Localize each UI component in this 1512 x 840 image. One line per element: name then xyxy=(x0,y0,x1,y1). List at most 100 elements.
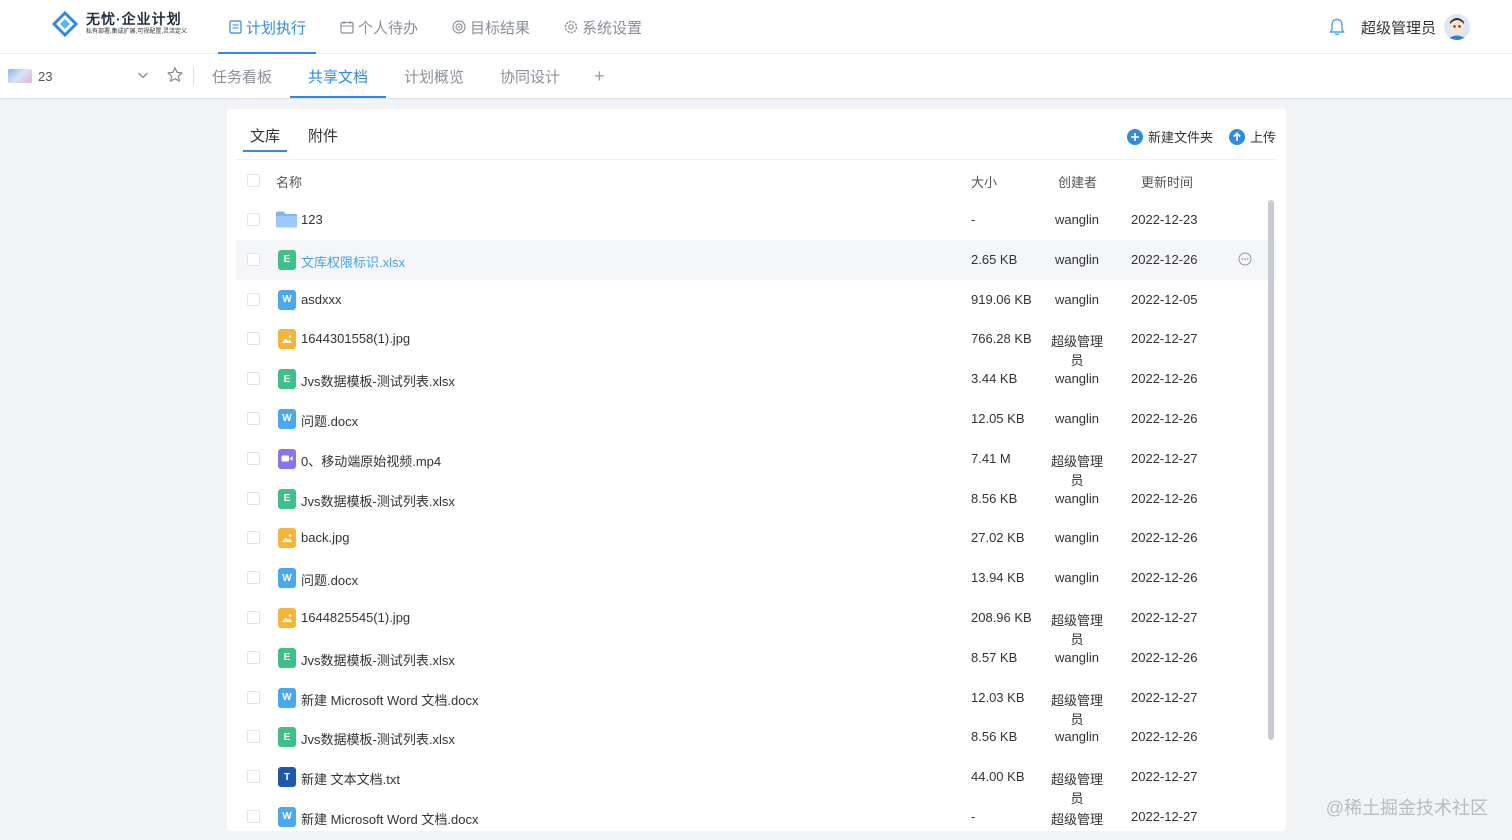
file-name[interactable]: 新建 文本文档.txt xyxy=(301,769,400,788)
column-size[interactable]: 大小 xyxy=(971,172,997,191)
file-creator: wanglin xyxy=(1054,490,1100,506)
user-name[interactable]: 超级管理员 xyxy=(1361,17,1436,38)
user-area: 超级管理员 xyxy=(1327,0,1470,54)
new-folder-button[interactable]: 新建文件夹 xyxy=(1126,127,1213,146)
file-size: 12.03 KB xyxy=(971,689,1025,705)
star-icon[interactable] xyxy=(166,66,184,84)
table-row[interactable]: T 新建 文本文档.txt 44.00 KB 超级管理员 2022-12-27 xyxy=(236,757,1276,806)
file-size: 7.41 M xyxy=(971,450,1011,466)
table-row[interactable]: back.jpg 27.02 KB wanglin 2022-12-26 xyxy=(236,518,1276,558)
tab-collab-design[interactable]: 协同设计 xyxy=(482,54,578,98)
table-row[interactable]: W 新建 Microsoft Word 文档.docx - 超级管理员 2022-12-… xyxy=(236,797,1276,831)
project-tab-bar: 23 任务看板 共享文档 计划概览 协同设计 + xyxy=(0,54,1512,99)
file-name[interactable]: 0、移动端原始视频.mp4 xyxy=(301,451,441,470)
table-row[interactable]: E Jvs数据模板-测试列表.xlsx 8.56 KB wanglin 2022-12-… xyxy=(236,479,1276,519)
table-row[interactable]: E Jvs数据模板-测试列表.xlsx 8.56 KB wanglin 2022-12-… xyxy=(236,717,1276,757)
file-size: 8.57 KB xyxy=(971,649,1018,665)
file-updated: 2022-12-27 xyxy=(1131,609,1198,625)
file-name[interactable]: 问题.docx xyxy=(301,411,358,430)
add-tab-button[interactable]: + xyxy=(578,54,621,98)
file-updated: 2022-12-26 xyxy=(1131,251,1198,267)
avatar[interactable] xyxy=(1444,14,1470,40)
row-checkbox[interactable] xyxy=(247,332,260,346)
gear-icon xyxy=(564,20,578,34)
file-name[interactable]: back.jpg xyxy=(301,530,349,545)
tab-attachments[interactable]: 附件 xyxy=(301,125,345,152)
table-row[interactable]: W 问题.docx 13.94 KB wanglin 2022-12-26 xyxy=(236,558,1276,598)
file-name[interactable]: 123 xyxy=(301,212,323,227)
word-file-icon: W xyxy=(278,806,296,827)
tab-shared-docs[interactable]: 共享文档 xyxy=(290,54,387,98)
library-tabs: 文库 附件 xyxy=(243,125,359,152)
column-updated[interactable]: 更新时间 xyxy=(1141,172,1193,191)
nav-goal-results[interactable]: 目标结果 xyxy=(442,0,540,54)
row-checkbox[interactable] xyxy=(247,610,260,624)
row-checkbox[interactable] xyxy=(247,770,260,784)
file-name[interactable]: 1644301558(1).jpg xyxy=(301,331,410,346)
file-size: 208.96 KB xyxy=(971,609,1032,625)
row-checkbox[interactable] xyxy=(247,491,260,505)
row-checkbox[interactable] xyxy=(247,451,260,465)
table-row[interactable]: W 问题.docx 12.05 KB wanglin 2022-12-26 xyxy=(236,399,1276,439)
table-row[interactable]: E Jvs数据模板-测试列表.xlsx 3.44 KB wanglin 2022-12-… xyxy=(236,359,1276,399)
select-all-checkbox[interactable] xyxy=(247,174,260,187)
project-selector[interactable]: 23 xyxy=(8,54,52,98)
upload-label: 上传 xyxy=(1249,130,1276,145)
nav-system-settings[interactable]: 系统设置 xyxy=(554,0,652,54)
file-name[interactable]: asdxxx xyxy=(301,292,341,307)
file-creator: wanglin xyxy=(1054,212,1100,227)
column-creator[interactable]: 创建者 xyxy=(1058,172,1097,191)
row-checkbox[interactable] xyxy=(247,411,260,425)
table-row[interactable]: W 新建 Microsoft Word 文档.docx 12.03 KB 超级管理员 2… xyxy=(236,678,1276,727)
scrollbar[interactable] xyxy=(1268,200,1274,740)
tab-library[interactable]: 文库 xyxy=(243,125,288,152)
row-checkbox[interactable] xyxy=(247,809,260,823)
tab-task-board[interactable]: 任务看板 xyxy=(194,54,290,98)
row-checkbox[interactable] xyxy=(247,571,260,585)
file-name[interactable]: Jvs数据模板-测试列表.xlsx xyxy=(301,650,455,669)
row-checkbox[interactable] xyxy=(247,650,260,664)
upload-icon xyxy=(1228,128,1245,145)
column-name[interactable]: 名称 xyxy=(276,172,302,191)
nav-label: 系统设置 xyxy=(582,19,643,37)
row-checkbox[interactable] xyxy=(247,531,260,545)
nav-plan-execution[interactable]: 计划执行 xyxy=(218,0,317,54)
file-size: 919.06 KB xyxy=(971,291,1032,307)
row-checkbox[interactable] xyxy=(247,690,260,704)
upload-button[interactable]: 上传 xyxy=(1228,127,1276,146)
file-name[interactable]: 新建 Microsoft Word 文档.docx xyxy=(301,690,478,709)
row-checkbox[interactable] xyxy=(247,252,260,266)
excel-file-icon: E xyxy=(278,369,296,390)
brand[interactable]: 无忧·企业计划 私有部署,集成扩展,可视配置,灵活定义 xyxy=(51,10,187,38)
row-checkbox[interactable] xyxy=(247,372,260,386)
row-checkbox[interactable] xyxy=(247,292,260,306)
table-row[interactable]: 123 - wanglin 2022-12-23 xyxy=(236,200,1276,240)
file-name[interactable]: Jvs数据模板-测试列表.xlsx xyxy=(301,491,455,510)
table-row[interactable]: E 文库权限标识.xlsx 2.65 KB wanglin 2022-12-26 xyxy=(236,239,1276,280)
row-checkbox[interactable] xyxy=(247,730,260,744)
nav-personal-todo[interactable]: 个人待办 xyxy=(330,0,428,54)
table-row[interactable]: 0、移动端原始视频.mp4 7.41 M 超级管理员 2022-12-27 xyxy=(236,439,1276,488)
brand-title: 无忧·企业计划 xyxy=(86,11,182,27)
file-name[interactable]: 新建 Microsoft Word 文档.docx xyxy=(301,809,478,828)
more-options-icon[interactable] xyxy=(1238,252,1252,266)
file-creator: wanglin xyxy=(1054,410,1100,426)
project-name: 23 xyxy=(38,68,53,84)
file-creator: wanglin xyxy=(1054,729,1100,745)
bell-icon[interactable] xyxy=(1327,17,1347,37)
file-name[interactable]: 问题.docx xyxy=(301,570,358,589)
file-name[interactable]: Jvs数据模板-测试列表.xlsx xyxy=(301,729,455,748)
table-row[interactable]: 1644301558(1).jpg 766.28 KB 超级管理员 2022-12-2… xyxy=(236,319,1276,368)
watermark: @稀土掘金技术社区 xyxy=(1325,798,1488,818)
table-row[interactable]: 1644825545(1).jpg 208.96 KB 超级管理员 2022-12-2… xyxy=(236,598,1276,647)
file-name[interactable]: Jvs数据模板-测试列表.xlsx xyxy=(301,371,455,390)
file-name[interactable]: 文库权限标识.xlsx xyxy=(301,252,405,271)
table-row[interactable]: Wasdxxx 919.06 KB wanglin 2022-12-05 xyxy=(236,280,1276,320)
chevron-down-icon[interactable] xyxy=(136,68,150,82)
image-file-icon xyxy=(278,607,296,628)
file-size: 3.44 KB xyxy=(971,371,1018,387)
file-name[interactable]: 1644825545(1).jpg xyxy=(301,610,410,625)
tab-plan-overview[interactable]: 计划概览 xyxy=(386,54,482,98)
table-row[interactable]: E Jvs数据模板-测试列表.xlsx 8.57 KB wanglin 2022-12-… xyxy=(236,638,1276,678)
row-checkbox[interactable] xyxy=(247,213,260,226)
